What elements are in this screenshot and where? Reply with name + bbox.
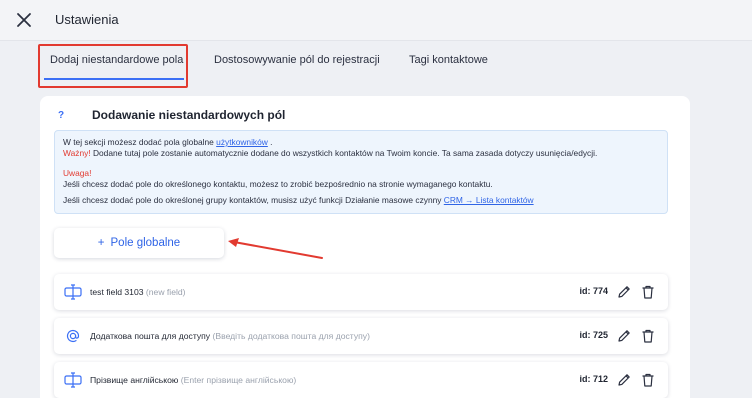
field-name: Прізвище англійською (Enter прізвище анг… bbox=[90, 375, 297, 385]
important-label: Ważny! bbox=[63, 148, 91, 158]
add-global-field-label: Pole globalne bbox=[110, 237, 181, 249]
info-line-1: W tej sekcji możesz dodać pola globalne … bbox=[63, 137, 659, 148]
pencil-icon[interactable] bbox=[616, 372, 632, 388]
info-line-5: Jeśli chcesz dodać pole do określonej gr… bbox=[63, 195, 659, 206]
section-title: Dodawanie niestandardowych pól bbox=[92, 108, 286, 122]
plus-icon: + bbox=[97, 237, 105, 249]
info-text: . bbox=[270, 137, 273, 147]
text-field-icon bbox=[64, 284, 82, 300]
tab-contact-tags[interactable]: Tagi kontaktowe bbox=[409, 54, 488, 66]
field-id: id: 712 bbox=[579, 374, 608, 384]
field-hint: (new field) bbox=[145, 287, 186, 297]
field-id: id: 774 bbox=[579, 286, 608, 296]
at-sign-icon bbox=[66, 329, 80, 343]
field-name: test field 3103 (new field) bbox=[90, 287, 186, 297]
field-row[interactable]: test field 3103 (new field) id: 774 bbox=[54, 274, 668, 310]
tab-bar: Dodaj niestandardowe pola Dostosowywanie… bbox=[0, 40, 752, 86]
field-id: id: 725 bbox=[579, 330, 608, 340]
field-hint: (Enter прізвище англійською) bbox=[180, 375, 297, 385]
add-global-field-button[interactable]: + Pole globalne bbox=[54, 228, 224, 258]
help-icon[interactable]: ? bbox=[58, 110, 64, 121]
top-bar: Ustawienia bbox=[0, 0, 752, 41]
field-row[interactable]: Прізвище англійською (Enter прізвище анг… bbox=[54, 362, 668, 398]
info-text: W tej sekcji możesz dodać pola globalne bbox=[63, 137, 214, 147]
info-text: Jeśli chcesz dodać pole do określonej gr… bbox=[63, 195, 442, 205]
active-tab-indicator bbox=[44, 78, 184, 80]
trash-icon[interactable] bbox=[640, 328, 656, 344]
info-text: Dodane tutaj pole zostanie automatycznie… bbox=[92, 148, 598, 158]
field-name: Додаткова пошта для доступу (Введіть дод… bbox=[90, 331, 370, 341]
info-box: W tej sekcji możesz dodać pola globalne … bbox=[54, 130, 668, 214]
page-title: Ustawienia bbox=[55, 12, 119, 27]
field-row[interactable]: Додаткова пошта для доступу (Введіть дод… bbox=[54, 318, 668, 354]
tab-add-custom-fields[interactable]: Dodaj niestandardowe pola bbox=[50, 54, 183, 66]
trash-icon[interactable] bbox=[640, 284, 656, 300]
tab-registration-fields[interactable]: Dostosowywanie pól do rejestracji bbox=[214, 54, 380, 66]
close-icon[interactable] bbox=[14, 10, 34, 30]
pencil-icon[interactable] bbox=[616, 328, 632, 344]
pencil-icon[interactable] bbox=[616, 284, 632, 300]
trash-icon[interactable] bbox=[640, 372, 656, 388]
annotation-arrow bbox=[228, 238, 323, 259]
field-hint: (Введіть додаткова пошта для доступу) bbox=[212, 331, 370, 341]
crm-contacts-link[interactable]: CRM → Lista kontaktów bbox=[444, 195, 534, 205]
users-link[interactable]: użytkowników bbox=[216, 137, 268, 147]
info-line-4: Jeśli chcesz dodać pole do określonego k… bbox=[63, 179, 493, 189]
warning-label: Uwaga! bbox=[63, 168, 92, 178]
main-panel: ? Dodawanie niestandardowych pól W tej s… bbox=[40, 96, 690, 398]
text-field-icon bbox=[64, 372, 82, 388]
info-line-2: Ważny! Dodane tutaj pole zostanie automa… bbox=[63, 148, 659, 159]
